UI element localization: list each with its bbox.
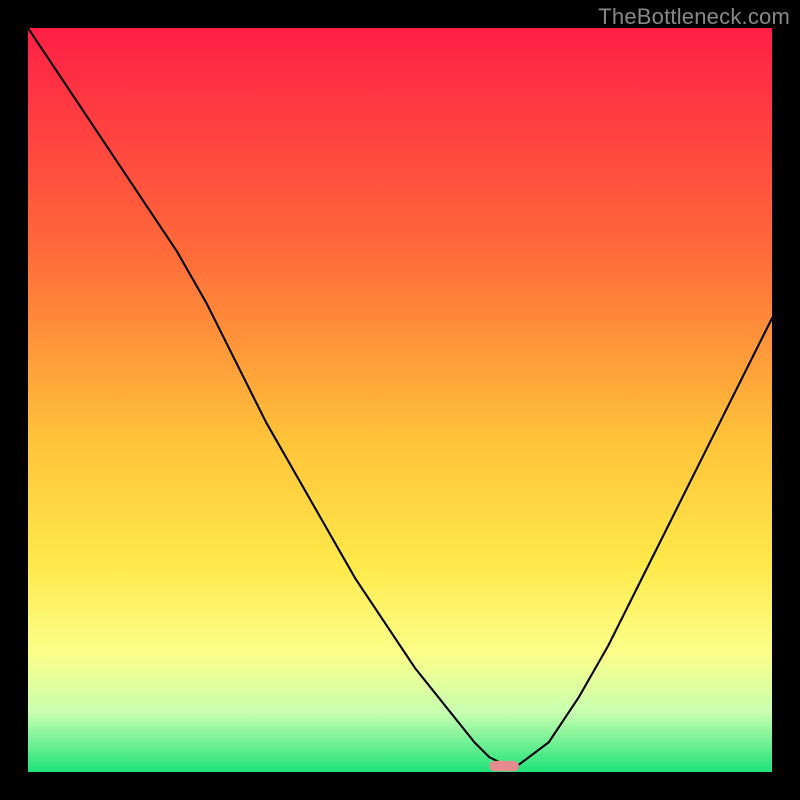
gradient-background: [28, 28, 772, 772]
chart-frame: TheBottleneck.com: [0, 0, 800, 800]
bottleneck-chart: [28, 28, 772, 772]
optimal-marker: [489, 761, 519, 771]
watermark-text: TheBottleneck.com: [598, 4, 790, 30]
